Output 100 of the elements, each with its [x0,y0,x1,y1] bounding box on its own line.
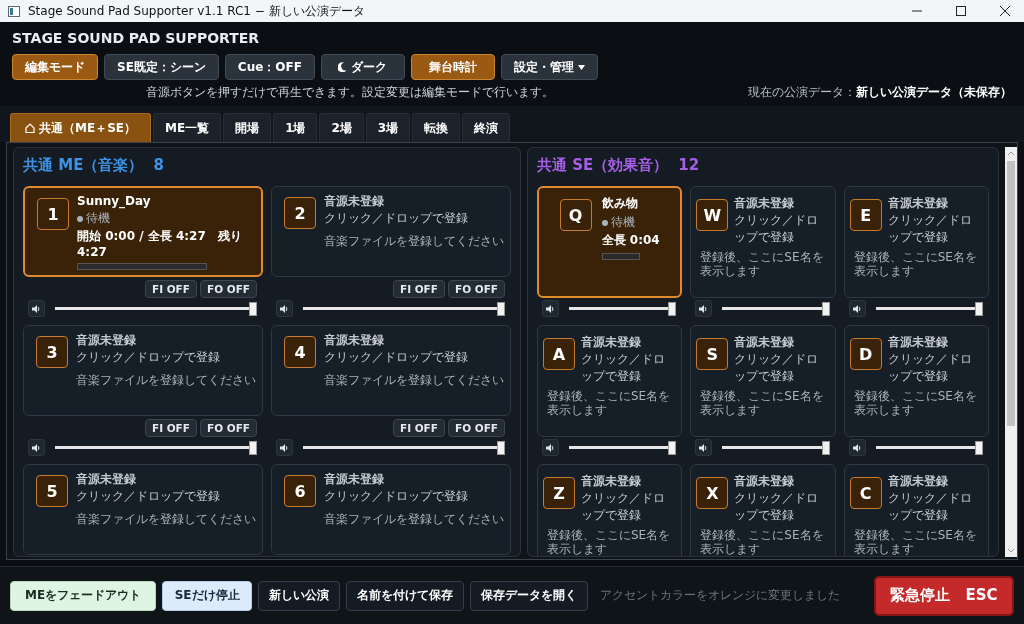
pad-card[interactable]: C 音源未登録 クリック／ドロップで登録 登録後、ここにSE名を表示します [843,464,989,556]
toolbar-button[interactable]: Cue：OFF [224,54,315,80]
pad-title: 音源未登録 [76,471,137,488]
pad-card[interactable]: Q 飲み物 待機 全長 0:04 [537,186,683,298]
slider-thumb[interactable] [249,440,257,455]
pad-card[interactable]: 3 音源未登録 クリック／ドロップで登録 音楽ファイルを登録してください [23,325,263,416]
pad-note: 音楽ファイルを登録してください [324,372,504,389]
tab[interactable]: 2場 [319,113,364,142]
slider-thumb[interactable] [668,440,677,455]
action-button[interactable]: SEだけ停止 [162,580,253,611]
pad-key: W [696,199,729,231]
speaker-icon[interactable] [542,300,559,317]
app-icon [8,5,20,17]
action-button[interactable]: 保存データを開く [470,580,589,611]
tab[interactable]: 共通（ME＋SE） [10,113,151,142]
slider-thumb[interactable] [975,440,983,455]
pad-title: 音源未登録 [324,471,385,488]
caret-icon [577,64,585,70]
pad-instruction: クリック／ドロップで登録 [324,488,469,505]
speaker-icon[interactable] [542,439,559,456]
pad-card[interactable]: 1 Sunny_Day 待機 開始 0:00 / 全長 4:27 残り 4:27 [23,186,263,277]
pad-title: 音源未登録 [324,332,385,349]
pad-card[interactable]: S 音源未登録 クリック／ドロップで登録 登録後、ここにSE名を表示します [690,325,836,437]
speaker-icon[interactable] [276,300,293,317]
pad-title: 音源未登録 [734,334,796,351]
fade-button[interactable]: FO OFF [447,280,505,298]
fade-button[interactable]: FO OFF [199,280,257,298]
pad-card[interactable]: 4 音源未登録 クリック／ドロップで登録 音楽ファイルを登録してください [271,325,511,416]
slider-thumb[interactable] [497,301,505,316]
toolbar-button[interactable]: SE既定：シーン [104,54,219,80]
window-title: Stage Sound Pad Supporter v1.1 RC1 − 新しい公演データ [28,2,365,20]
slider-thumb[interactable] [821,440,830,455]
toolbar-button[interactable]: 舞台時計 [410,54,495,80]
close-icon[interactable] [1000,6,1010,16]
toolbar-button[interactable]: 設定・管理 [500,54,598,80]
pad-key: 2 [284,197,316,229]
slider-thumb[interactable] [821,301,830,316]
pad-key: 6 [284,475,316,507]
pad-title: 音源未登録 [581,473,642,490]
pad-card[interactable]: 6 音源未登録 クリック／ドロップで登録 音楽ファイルを登録してください [271,464,511,555]
pad-instruction: クリック／ドロップで登録 [324,349,469,366]
pad-title: 音源未登録 [76,332,137,349]
speaker-icon[interactable] [28,439,45,456]
toolbar-button[interactable]: ダーク [320,54,405,80]
pad-card[interactable]: X 音源未登録 クリック／ドロップで登録 登録後、ここにSE名を表示します [690,464,836,556]
pad-card[interactable]: A 音源未登録 クリック／ドロップで登録 登録後、ここにSE名を表示します [537,325,683,437]
pad-note: 音楽ファイルを登録してください [76,511,256,528]
tab[interactable]: 開場 [223,113,272,142]
scrollbar[interactable] [1005,147,1017,557]
pad-note: 音楽ファイルを登録してください [324,233,504,250]
tab[interactable]: 1場 [273,113,318,142]
slider-thumb[interactable] [668,301,677,316]
pad-instruction: クリック／ドロップで登録 [581,351,666,385]
pad-title: 音源未登録 [581,334,642,351]
emergency-stop-button[interactable]: 緊急停止 ESC [874,575,1014,616]
pad-card[interactable]: W 音源未登録 クリック／ドロップで登録 登録後、ここにSE名を表示します [690,186,836,298]
slider-thumb[interactable] [497,440,505,455]
track-time: 開始 0:00 / 全長 4:27 残り 4:27 [77,228,243,259]
tab[interactable]: ME一覧 [153,113,222,142]
fade-button[interactable]: FI OFF [144,419,197,437]
pad-instruction: クリック／ドロップで登録 [734,212,820,246]
speaker-icon[interactable] [848,300,866,317]
pad-note: 登録後、ここにSE名を表示します [700,250,825,279]
speaker-icon[interactable] [848,439,866,456]
pad-note: 登録後、ここにSE名を表示します [853,528,978,556]
pad-card[interactable]: Z 音源未登録 クリック／ドロップで登録 登録後、ここにSE名を表示します [537,464,683,556]
status-message: アクセントカラーをオレンジに変更しました [600,587,841,604]
pad-note: 登録後、ここにSE名を表示します [547,528,672,556]
fade-button[interactable]: FO OFF [199,419,257,437]
slider-thumb[interactable] [249,301,257,316]
track-title: Sunny_Day [77,194,152,208]
toolbar-button[interactable]: 編集モード [12,54,98,80]
pad-card[interactable]: 5 音源未登録 クリック／ドロップで登録 音楽ファイルを登録してください [23,464,263,555]
tab[interactable]: 転換 [412,113,461,142]
pad-card[interactable]: 2 音源未登録 クリック／ドロップで登録 音楽ファイルを登録してください [271,186,511,277]
pad-key: 1 [37,198,69,230]
tab[interactable]: 3場 [365,113,411,142]
speaker-icon[interactable] [695,439,713,456]
pad-card[interactable]: D 音源未登録 クリック／ドロップで登録 登録後、ここにSE名を表示します [843,325,989,437]
fade-button[interactable]: FI OFF [144,280,197,298]
pad-status: 待機 [77,210,261,227]
speaker-icon[interactable] [695,300,713,317]
slider-thumb[interactable] [975,301,983,316]
pad-instruction: クリック／ドロップで登録 [76,488,221,505]
action-button[interactable]: MEをフェードアウト [10,580,157,611]
pad-instruction: クリック／ドロップで登録 [887,490,973,524]
fade-button[interactable]: FI OFF [392,419,445,437]
action-button[interactable]: 新しい公演 [258,580,341,611]
pad-instruction: クリック／ドロップで登録 [734,490,820,524]
action-button[interactable]: 名前を付けて保存 [346,580,465,611]
tab[interactable]: 終演 [462,113,511,142]
pad-note: 登録後、ここにSE名を表示します [853,250,978,279]
fade-button[interactable]: FI OFF [392,280,445,298]
pad-instruction: クリック／ドロップで登録 [887,212,973,246]
speaker-icon[interactable] [276,439,293,456]
fade-button[interactable]: FO OFF [447,419,505,437]
speaker-icon[interactable] [28,300,45,317]
app-title: STAGE SOUND PAD SUPPORTER [12,30,261,48]
pad-card[interactable]: E 音源未登録 クリック／ドロップで登録 登録後、ここにSE名を表示します [843,186,989,298]
maximize-icon[interactable] [956,6,966,16]
